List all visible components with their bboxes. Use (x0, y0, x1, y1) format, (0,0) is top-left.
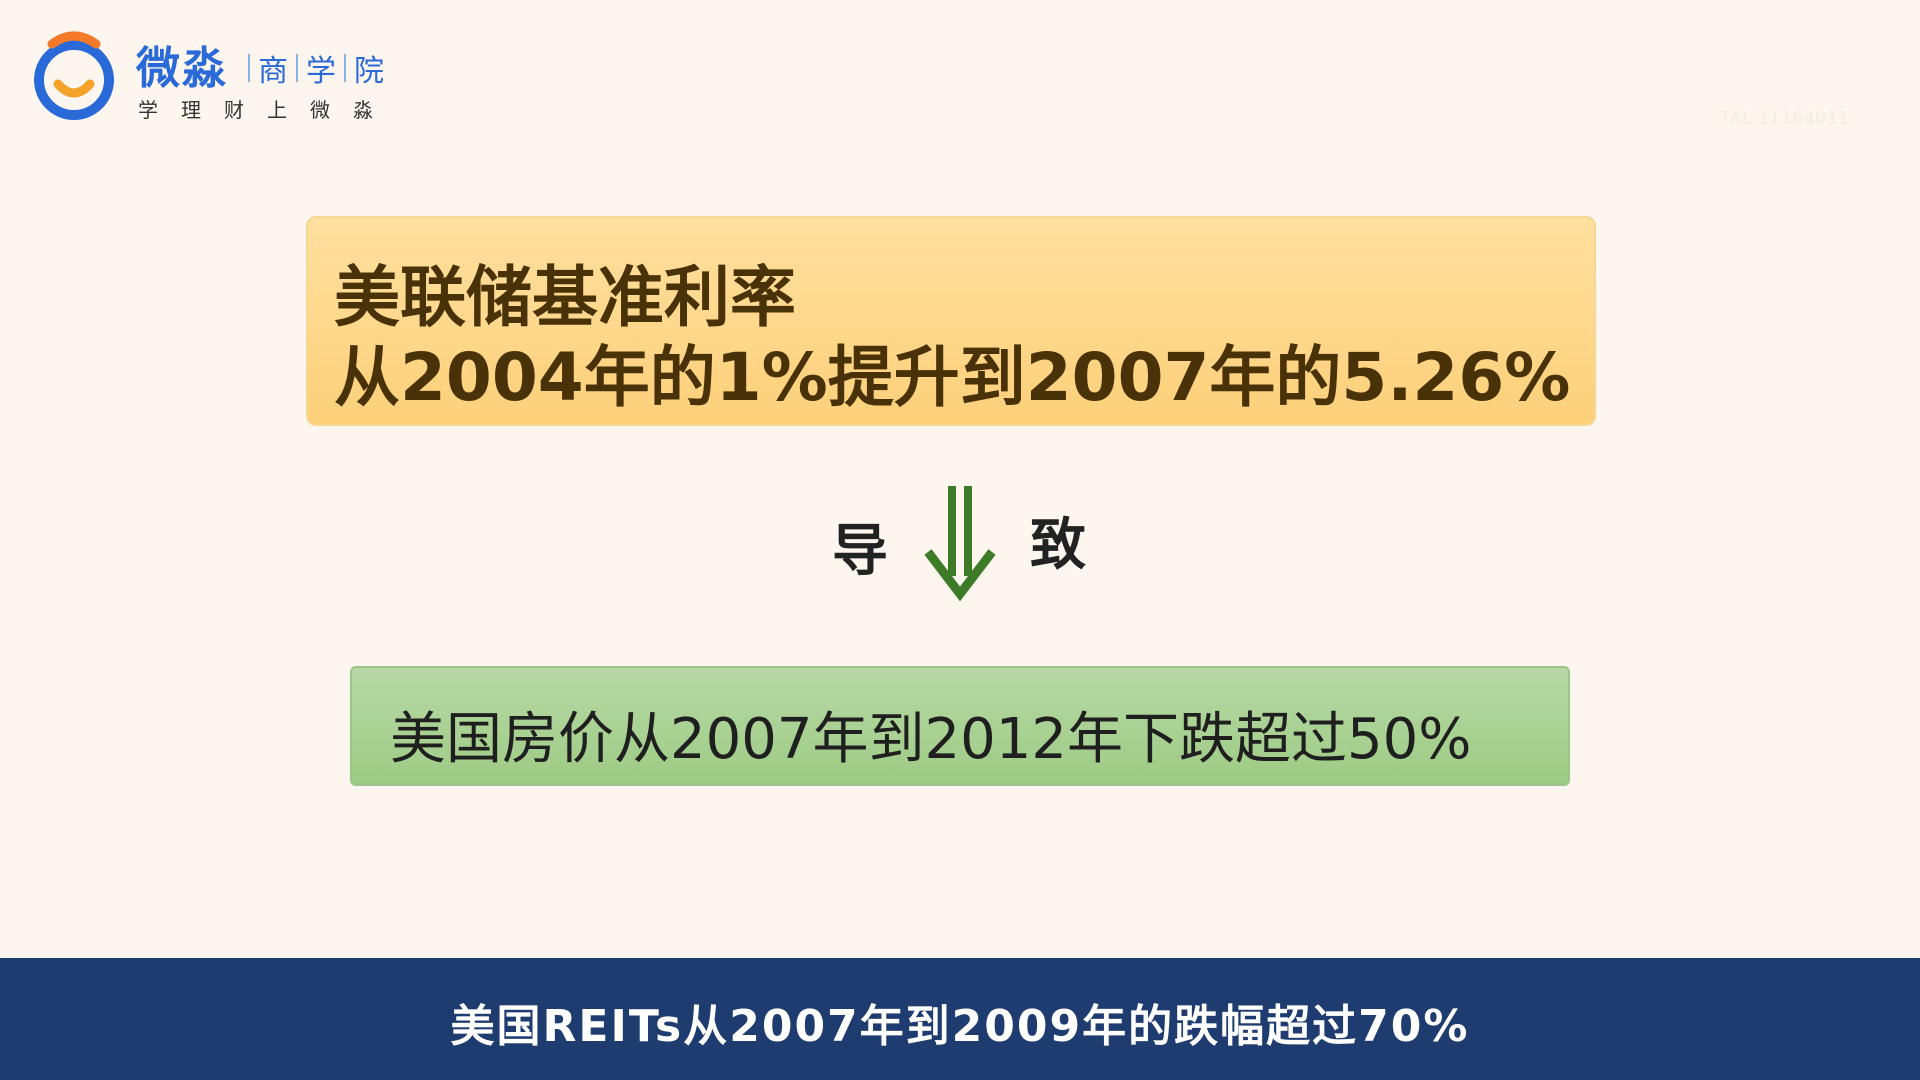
slide: 微淼 商 学 院 学理财上微淼 TAL 11164011 美联储基准利率 从20… (0, 0, 1920, 1080)
connector-label-left: 导 (832, 519, 888, 584)
logo-slogan: 学理财上微淼 (138, 98, 396, 122)
logo-sub-title: 商 学 院 (248, 46, 392, 90)
logo-brand: 微淼 (136, 43, 228, 94)
watermark: TAL 11164011 (1720, 108, 1850, 129)
cause-box: 美联储基准利率 从2004年的1%提升到2007年的5.26% (306, 216, 1596, 426)
logo-sub-item: 商 (258, 54, 288, 89)
effect-box: 美国房价从2007年到2012年下跌超过50% (350, 666, 1570, 786)
subtitle-text: 美国REITs从2007年到2009年的跌幅超过70% (450, 1001, 1470, 1052)
effect-box-text: 美国房价从2007年到2012年下跌超过50% (390, 707, 1472, 772)
subtitle-bar: 美国REITs从2007年到2009年的跌幅超过70% (0, 958, 1920, 1080)
logo-mark-icon (34, 31, 114, 120)
double-down-arrow-icon (924, 486, 996, 602)
logo: 微淼 商 学 院 学理财上微淼 (30, 24, 410, 124)
logo-sub-item: 院 (354, 54, 384, 89)
cause-box-detail: 从2004年的1%提升到2007年的5.26% (334, 339, 1571, 416)
logo-sub-item: 学 (306, 54, 336, 89)
connector-label-right: 致 (1030, 513, 1086, 578)
